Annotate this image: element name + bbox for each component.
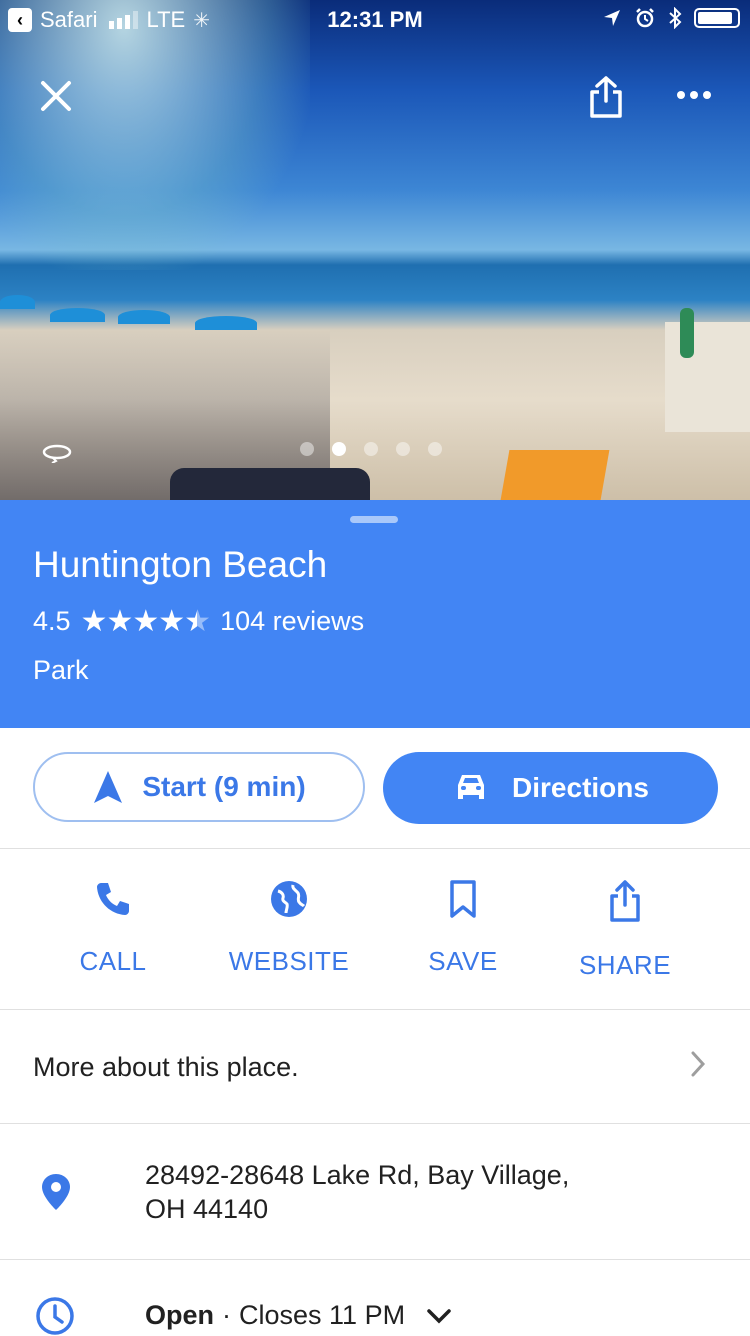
start-navigation-button[interactable]: Start (9 min) — [33, 752, 365, 822]
save-label: SAVE — [428, 946, 498, 976]
rating-row[interactable]: 4.5 ★ ★ ★ ★ ★ 104 reviews — [33, 604, 364, 639]
more-about-label: More about this place. — [33, 1052, 299, 1082]
place-header-card[interactable]: Huntington Beach 4.5 ★ ★ ★ ★ ★ 104 revie… — [0, 500, 750, 728]
alarm-icon — [636, 8, 654, 28]
globe-icon — [271, 881, 307, 917]
location-pin-icon — [42, 1174, 70, 1210]
page-dot-active[interactable] — [332, 442, 346, 456]
more-options-icon[interactable] — [676, 89, 712, 101]
call-label: CALL — [79, 946, 147, 976]
photo-page-indicator[interactable] — [300, 442, 442, 456]
status-bar: ‹ Safari LTE ✳ 12:31 PM — [0, 0, 750, 40]
bookmark-icon — [450, 880, 476, 918]
location-arrow-icon — [604, 10, 620, 26]
closing-time: Closes 11 PM — [239, 1300, 406, 1330]
call-action[interactable]: CALL — [28, 879, 198, 977]
close-icon[interactable] — [40, 80, 72, 112]
quick-actions: CALL WEBSITE SAVE SHARE — [0, 849, 750, 1010]
address-line-1: 28492-28648 Lake Rd, Bay Village, — [145, 1160, 570, 1190]
navigation-buttons: Start (9 min) Directions — [0, 728, 750, 849]
chevron-right-icon — [691, 1051, 706, 1077]
share-upload-icon[interactable] — [588, 75, 624, 119]
beach-umbrella — [50, 308, 105, 322]
save-action[interactable]: SAVE — [378, 879, 548, 977]
review-count[interactable]: 104 reviews — [220, 606, 364, 637]
drag-handle[interactable] — [350, 516, 398, 523]
photo-sky-haze — [0, 0, 310, 270]
share-label: SHARE — [578, 950, 672, 980]
chevron-down-icon[interactable] — [425, 1307, 453, 1325]
beach-umbrella — [0, 295, 35, 309]
bluetooth-icon — [669, 7, 682, 29]
car-roof — [170, 468, 370, 500]
address-line-2: OH 44140 — [145, 1194, 269, 1224]
address-row[interactable]: 28492-28648 Lake Rd, Bay Village, OH 441… — [0, 1124, 750, 1260]
star-full-icon: ★ — [106, 605, 133, 638]
place-category: Park — [33, 655, 89, 685]
place-photo[interactable] — [0, 0, 750, 500]
page-dot[interactable] — [428, 442, 442, 456]
star-half-icon: ★ — [184, 605, 211, 638]
battery-icon — [694, 8, 740, 28]
website-action[interactable]: WEBSITE — [204, 879, 374, 977]
open-status: Open — [145, 1300, 215, 1330]
website-label: WEBSITE — [228, 946, 350, 976]
star-full-icon: ★ — [132, 605, 159, 638]
rating-stars: ★ ★ ★ ★ ★ — [80, 604, 212, 639]
page-dot[interactable] — [396, 442, 410, 456]
share-action[interactable]: SHARE — [540, 879, 710, 981]
directions-button[interactable]: Directions — [383, 752, 718, 824]
hours-row[interactable]: Open · Closes 11 PM — [0, 1260, 750, 1335]
street-view-360-icon[interactable] — [42, 443, 72, 463]
share-icon — [610, 880, 640, 922]
beach-towel — [500, 450, 610, 500]
page-dot[interactable] — [364, 442, 378, 456]
lifeguard-stand — [665, 322, 750, 432]
hours-separator: · — [222, 1300, 232, 1330]
start-button-label: Start (9 min) — [142, 771, 306, 802]
place-title: Huntington Beach — [33, 544, 328, 585]
car-icon — [458, 775, 485, 799]
directions-button-label: Directions — [512, 772, 649, 803]
rating-value: 4.5 — [33, 606, 71, 636]
beach-umbrella — [118, 310, 170, 324]
navigation-arrow-icon — [94, 771, 123, 803]
star-full-icon: ★ — [158, 605, 185, 638]
more-about-row[interactable]: More about this place. — [0, 1010, 750, 1124]
clock-icon — [36, 1297, 74, 1335]
star-full-icon: ★ — [80, 605, 108, 638]
phone-icon — [97, 883, 129, 915]
flag — [680, 308, 694, 358]
page-dot[interactable] — [300, 442, 314, 456]
beach-umbrella — [195, 316, 257, 330]
